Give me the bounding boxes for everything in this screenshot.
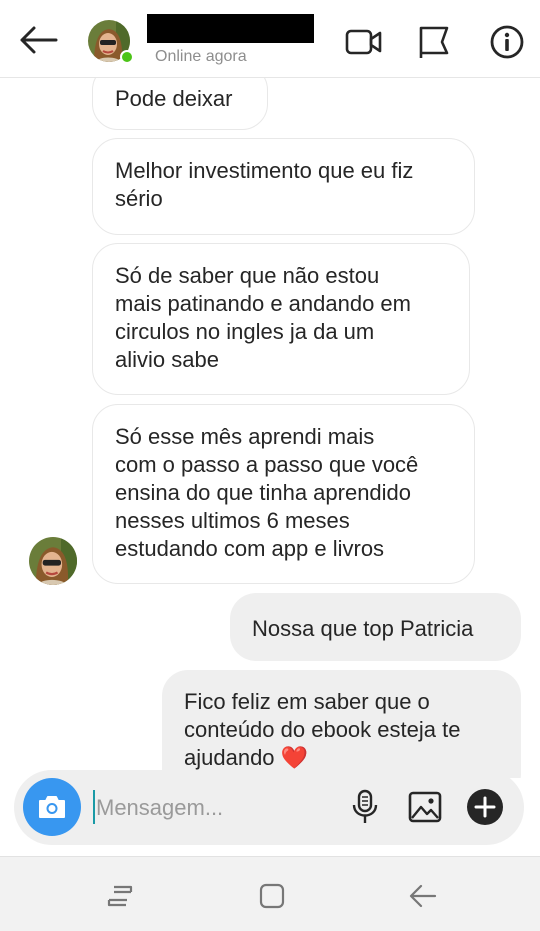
message-bubble-incoming[interactable]: Melhor investimento que eu fiz sério [92, 138, 475, 235]
message-text: mais patinando e andando em [115, 291, 411, 316]
message-text: Só de saber que não estou [115, 263, 380, 288]
home-button[interactable] [252, 879, 292, 913]
more-options-button[interactable] [465, 787, 505, 827]
message-text: ajudando ❤️ [184, 745, 309, 770]
plus-icon [467, 789, 503, 825]
voice-message-button[interactable] [345, 787, 385, 827]
message-text: nesses ultimos 6 meses [115, 508, 350, 533]
recent-apps-button[interactable] [100, 879, 140, 913]
gallery-icon [408, 791, 442, 823]
back-nav-icon [409, 884, 437, 908]
system-navigation-bar [0, 856, 540, 931]
home-icon [259, 883, 285, 909]
back-nav-button[interactable] [403, 879, 443, 913]
message-input[interactable] [96, 788, 336, 828]
gallery-button[interactable] [405, 787, 445, 827]
message-text: alivio sabe [115, 347, 219, 372]
online-status-dot [120, 50, 134, 64]
report-button[interactable] [414, 22, 454, 62]
microphone-icon [352, 789, 378, 823]
message-bubble-incoming[interactable]: Só esse mês aprendi mais com o passo a p… [92, 404, 475, 584]
message-text: Pode deixar [115, 86, 233, 111]
camera-icon [39, 796, 65, 818]
message-text: estudando com app e livros [115, 536, 385, 561]
message-text: conteúdo do ebook esteja te [184, 717, 461, 742]
video-call-button[interactable] [344, 22, 384, 62]
sender-avatar[interactable] [29, 537, 77, 585]
info-button[interactable] [487, 22, 527, 62]
text-cursor [93, 790, 95, 824]
flag-icon [419, 26, 449, 58]
message-text: sério [115, 186, 163, 211]
camera-button[interactable] [23, 778, 81, 836]
message-list[interactable]: Pode deixar Melhor investimento que eu f… [0, 78, 540, 778]
message-bubble-outgoing[interactable]: Fico feliz em saber que o conteúdo do eb… [162, 670, 521, 778]
back-arrow-icon [20, 26, 58, 54]
chat-header: Online agora [0, 0, 540, 78]
message-text: ensina do que tinha aprendido [115, 480, 412, 505]
message-text: com o passo a passo que você [115, 452, 419, 477]
contact-name-redacted [147, 14, 314, 43]
message-text: Melhor investimento que eu fiz [115, 158, 414, 183]
message-text: Fico feliz em saber que o [184, 689, 430, 714]
recent-apps-icon [107, 885, 133, 907]
back-button[interactable] [16, 20, 60, 60]
message-bubble-incoming[interactable]: Só de saber que não estou mais patinando… [92, 243, 470, 395]
online-status: Online agora [155, 48, 247, 65]
message-text: Nossa que top Patricia [252, 616, 474, 641]
message-text: Só esse mês aprendi mais [115, 424, 375, 449]
message-composer [14, 770, 524, 845]
contact-avatar[interactable] [88, 20, 134, 64]
message-text: circulos no ingles ja da um [115, 319, 375, 344]
video-call-icon [345, 29, 382, 55]
info-icon [490, 25, 524, 59]
message-bubble-outgoing[interactable]: Nossa que top Patricia [230, 593, 521, 661]
message-bubble-incoming[interactable]: Pode deixar [92, 78, 268, 130]
